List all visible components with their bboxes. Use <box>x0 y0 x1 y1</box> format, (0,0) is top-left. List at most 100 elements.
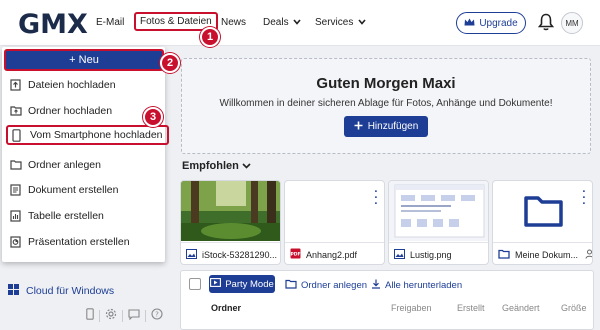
folder-thumbnail <box>493 181 592 241</box>
help-icon[interactable]: ? <box>151 308 163 323</box>
upgrade-button[interactable]: Upgrade <box>456 12 526 34</box>
spreadsheet-icon <box>10 210 21 222</box>
divider <box>145 309 146 322</box>
add-button[interactable]: Hinzufügen <box>344 116 428 137</box>
card-filename: iStock-53281290... <box>202 249 278 260</box>
party-mode-label: Party Mode <box>225 278 274 290</box>
menu-vom-smartphone-hochladen[interactable]: Vom Smartphone hochladen <box>6 125 169 145</box>
avatar[interactable]: MM <box>561 12 583 34</box>
column-header-created[interactable]: Erstellt <box>457 303 485 313</box>
card-footer: PDF Anhang2.pdf <box>285 242 384 264</box>
folder-icon <box>498 249 510 261</box>
file-list: Party Mode Ordner anlegen Alle herunterl… <box>180 270 594 330</box>
card-footer: Lustig.png <box>389 242 488 264</box>
menu-label: Vom Smartphone hochladen <box>30 129 163 141</box>
new-button[interactable]: + Neu <box>4 49 164 71</box>
feedback-icon[interactable] <box>128 308 140 323</box>
document-icon <box>10 184 21 196</box>
nav-news[interactable]: News <box>221 17 246 28</box>
file-card[interactable]: Lustig.png <box>388 180 489 265</box>
menu-label: Dokument erstellen <box>28 184 119 196</box>
pdf-file-icon: PDF <box>290 248 301 261</box>
file-card[interactable]: · · · PDF Anhang2.pdf <box>284 180 385 265</box>
cloud-windows-link[interactable]: Cloud für Windows <box>8 284 114 298</box>
nav-deals[interactable]: Deals <box>263 17 301 28</box>
add-button-label: Hinzufügen <box>367 121 419 132</box>
folder-card[interactable]: · · · Meine Dokum... <box>492 180 593 265</box>
card-thumbnail <box>285 181 384 241</box>
download-all-label: Alle herunterladen <box>385 280 463 291</box>
crown-icon <box>464 18 475 29</box>
screenshot-thumbnail <box>389 181 488 241</box>
nav-services-label: Services <box>315 17 354 28</box>
column-header-size[interactable]: Größe <box>561 303 587 313</box>
menu-label: Ordner anlegen <box>28 159 101 171</box>
card-footer: iStock-53281290... <box>181 242 280 264</box>
menu-label: Tabelle erstellen <box>28 210 104 222</box>
download-icon <box>371 279 381 292</box>
divider <box>122 309 123 322</box>
card-footer: Meine Dokum... <box>493 242 592 264</box>
upgrade-label: Upgrade <box>479 17 518 29</box>
download-all-button[interactable]: Alle herunterladen <box>371 279 462 292</box>
column-header-modified[interactable]: Geändert <box>502 303 540 313</box>
welcome-title: Guten Morgen Maxi <box>316 75 456 92</box>
sidebar-footer-icons: ? <box>86 308 163 323</box>
folder-upload-icon <box>10 105 22 117</box>
step-badge-3: 3 <box>143 107 163 127</box>
folder-add-icon <box>10 159 22 171</box>
smartphone-icon <box>12 129 23 142</box>
create-folder-label: Ordner anlegen <box>301 280 368 291</box>
recommended-header[interactable]: Empfohlen <box>182 160 251 172</box>
chevron-down-icon <box>358 17 366 27</box>
menu-dateien-hochladen[interactable]: Dateien hochladen <box>10 75 116 95</box>
card-filename: Meine Dokum... <box>515 249 579 260</box>
chevron-down-icon <box>242 160 251 172</box>
svg-text:?: ? <box>155 311 159 319</box>
image-file-icon <box>394 248 405 261</box>
smartphone-icon[interactable] <box>86 308 94 323</box>
menu-label: Ordner hochladen <box>28 105 113 117</box>
welcome-subtitle: Willkommen in deiner sicheren Ablage für… <box>219 98 553 109</box>
folder-icon <box>285 279 297 292</box>
step-badge-2: 2 <box>160 53 180 73</box>
cloud-windows-label: Cloud für Windows <box>26 285 115 297</box>
party-mode-icon <box>210 278 222 290</box>
card-filename: Lustig.png <box>410 249 452 260</box>
top-header: GMX E-Mail Fotos & Dateien News Deals Se… <box>0 0 600 46</box>
select-all-checkbox[interactable] <box>189 278 201 290</box>
windows-icon <box>8 284 19 298</box>
column-header-shares[interactable]: Freigaben <box>391 303 432 313</box>
image-file-icon <box>186 248 197 261</box>
menu-tabelle-erstellen[interactable]: Tabelle erstellen <box>10 206 104 226</box>
shared-users-icon <box>585 249 592 261</box>
column-header-folder[interactable]: Ordner <box>211 303 241 313</box>
divider <box>99 309 100 322</box>
card-filename: Anhang2.pdf <box>306 249 358 260</box>
create-folder-button[interactable]: Ordner anlegen <box>285 279 367 292</box>
menu-ordner-anlegen[interactable]: Ordner anlegen <box>10 155 101 175</box>
menu-label: Präsentation erstellen <box>28 236 130 248</box>
menu-dokument-erstellen[interactable]: Dokument erstellen <box>10 180 118 200</box>
nav-email[interactable]: E-Mail <box>96 17 124 28</box>
chevron-down-icon <box>293 17 301 27</box>
settings-icon[interactable] <box>105 308 117 323</box>
party-mode-button[interactable]: Party Mode <box>209 275 275 293</box>
file-card[interactable]: iStock-53281290... <box>180 180 281 265</box>
step-badge-1: 1 <box>200 27 220 47</box>
gmx-logo[interactable]: GMX <box>18 9 88 40</box>
nav-services[interactable]: Services <box>315 17 366 28</box>
menu-label: Dateien hochladen <box>28 79 116 91</box>
more-options-icon[interactable]: · · · <box>374 187 378 210</box>
welcome-dropzone[interactable]: Guten Morgen Maxi Willkommen in deiner s… <box>181 58 591 154</box>
file-upload-icon <box>10 79 21 91</box>
bell-icon[interactable] <box>537 13 555 31</box>
presentation-icon <box>10 236 21 248</box>
more-options-icon[interactable]: · · · <box>582 187 586 210</box>
recommended-label: Empfohlen <box>182 160 239 172</box>
svg-text:PDF: PDF <box>290 252 300 258</box>
nav-deals-label: Deals <box>263 17 289 28</box>
menu-praesentation-erstellen[interactable]: Präsentation erstellen <box>10 232 130 252</box>
forest-photo-thumbnail <box>181 181 280 241</box>
menu-ordner-hochladen[interactable]: Ordner hochladen <box>10 101 112 121</box>
